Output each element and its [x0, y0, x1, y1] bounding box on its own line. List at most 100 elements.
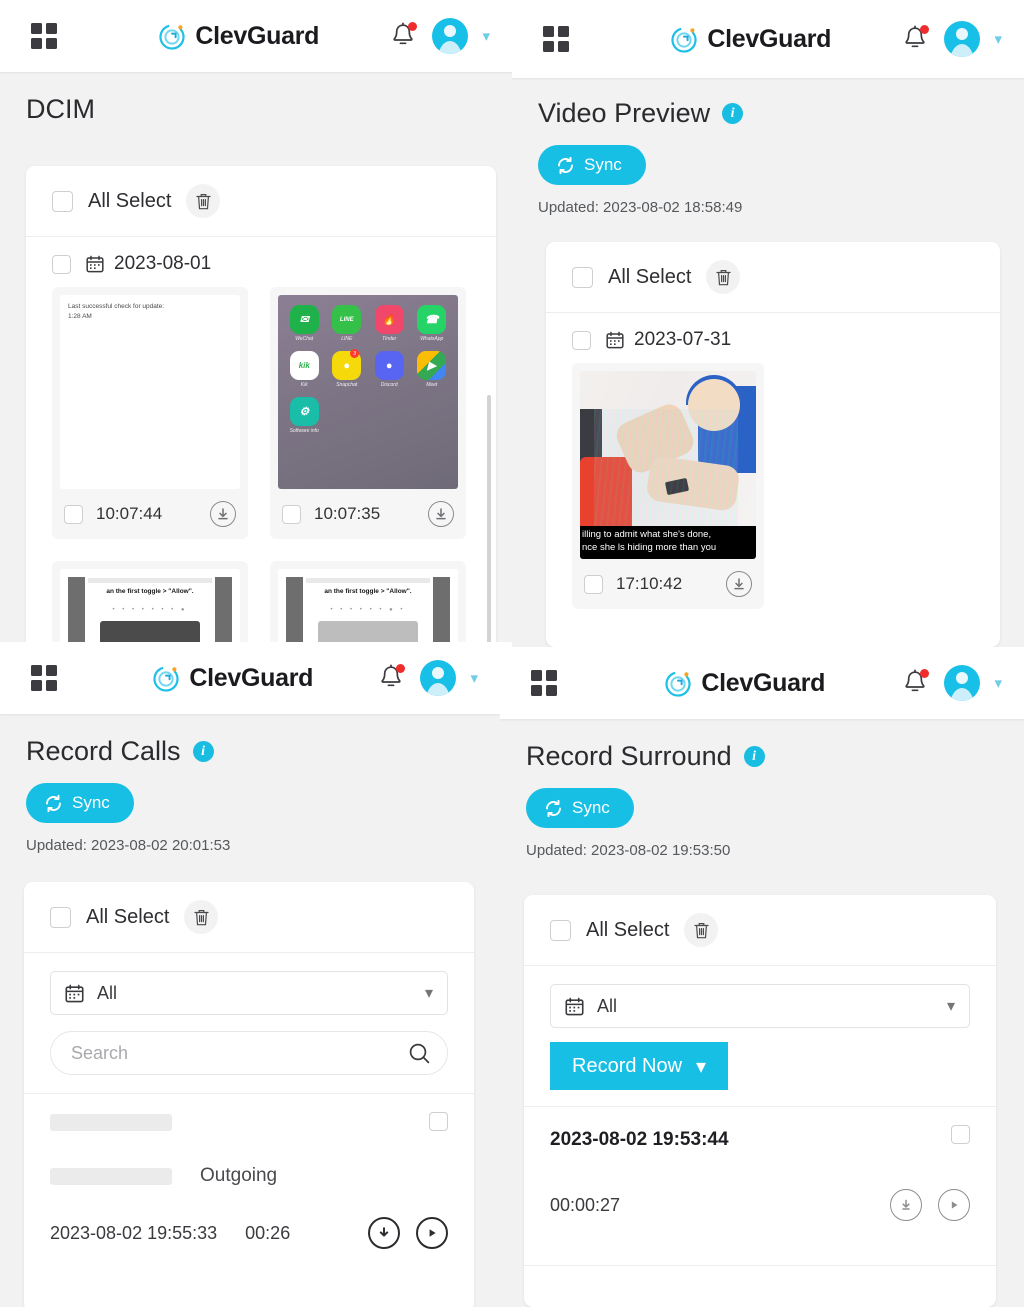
app-badge: 3 [350, 349, 359, 358]
chevron-down-icon[interactable]: ▾ [994, 32, 1002, 47]
grid-menu-icon[interactable] [31, 665, 57, 691]
chevron-down-icon[interactable]: ▾ [696, 1054, 706, 1079]
panel-record-calls: ClevGuard ▾ Record Calls i Sync Updated:… [0, 642, 500, 1307]
thumbnail-item[interactable]: ✉ WeChat LINE LINE 🔥 Tinder ☎ WhatsApp kik Ki… [270, 287, 466, 539]
download-icon[interactable] [368, 1217, 400, 1249]
calendar-icon [86, 255, 104, 273]
user-avatar-icon[interactable] [432, 18, 469, 54]
brand-logo: ClevGuard [159, 22, 319, 51]
app-icon: ● Discord [369, 351, 410, 388]
thumbnail-image[interactable]: illing to admit what she's done, nce she… [580, 371, 756, 559]
grid-menu-button[interactable] [512, 26, 600, 52]
all-select-checkbox[interactable] [550, 919, 571, 941]
app-label: Discord [380, 382, 398, 388]
thumbnail-item[interactable]: an the first toggle > "Allow". • • • • •… [52, 561, 248, 642]
thumbnail-item[interactable]: an the first toggle > "Allow". • • • • •… [270, 561, 466, 642]
notification-bell-icon[interactable] [902, 24, 930, 54]
all-select-checkbox[interactable] [50, 906, 71, 928]
date-filter-select[interactable]: All ▾ [50, 971, 448, 1015]
notification-bell-icon[interactable] [902, 668, 930, 698]
thumbnail-checkbox[interactable] [282, 504, 301, 524]
video-thumbnail-row: illing to admit what she's done, nce she… [546, 357, 1000, 609]
user-avatar-icon[interactable] [420, 660, 457, 696]
all-select-checkbox[interactable] [572, 266, 593, 288]
info-icon[interactable]: i [722, 103, 744, 124]
app-label: WhatsApp [420, 336, 444, 342]
chevron-down-icon[interactable]: ▾ [470, 671, 478, 686]
chevron-down-icon[interactable]: ▾ [425, 983, 433, 1003]
date-filter-select[interactable]: All ▾ [550, 984, 970, 1028]
sync-button[interactable]: Sync [26, 783, 134, 823]
thumbnail-item[interactable]: illing to admit what she's done, nce she… [572, 363, 764, 609]
thumb-doc-dots: • • • • • • ● • [330, 607, 406, 613]
thumbnail-item[interactable]: Last successful check for update: 1:28 A… [52, 287, 248, 539]
date-group-label: 2023-07-31 [634, 329, 732, 350]
record-now-button[interactable]: Record Now ▾ [550, 1042, 729, 1090]
info-icon[interactable]: i [743, 746, 765, 767]
trash-icon[interactable] [184, 900, 219, 934]
thumbnail-time: 17:10:42 [616, 574, 683, 593]
thumb-doc-dots: • • • • • • • ● [112, 607, 188, 613]
sync-label: Sync [72, 793, 110, 812]
thumbnail-image[interactable]: an the first toggle > "Allow". • • • • •… [278, 569, 458, 642]
grid-menu-button[interactable] [500, 670, 588, 696]
row-checkbox[interactable] [429, 1112, 448, 1131]
surround-list-item[interactable]: 2023-08-02 19:53:44 00:00:27 [524, 1107, 996, 1247]
play-icon[interactable] [938, 1189, 970, 1221]
thumbnail-checkbox[interactable] [584, 574, 603, 594]
grid-menu-button[interactable] [0, 23, 88, 49]
notification-bell-icon[interactable] [390, 21, 418, 51]
chevron-down-icon[interactable]: ▾ [994, 676, 1002, 691]
brand-name: ClevGuard [189, 663, 314, 692]
download-icon[interactable] [726, 571, 752, 597]
thumbnail-checkbox[interactable] [64, 504, 83, 524]
row-checkbox[interactable] [951, 1125, 970, 1144]
grid-menu-icon[interactable] [31, 23, 57, 49]
thumbnail-image[interactable]: ✉ WeChat LINE LINE 🔥 Tinder ☎ WhatsApp kik Ki… [278, 295, 458, 489]
surround-select-header: All Select [524, 895, 996, 966]
panel-video-preview: ClevGuard ▾ Video Preview i Sync Updated… [512, 0, 1024, 647]
chevron-down-icon[interactable]: ▾ [482, 29, 490, 44]
video-select-header: All Select [546, 242, 1000, 313]
download-icon[interactable] [890, 1189, 922, 1221]
download-icon[interactable] [428, 501, 454, 527]
thumbnail-image[interactable]: an the first toggle > "Allow". • • • • •… [60, 569, 240, 642]
video-preview-card: All Select 2023-07-31 illing to admit wh… [546, 242, 1000, 647]
screenshot-collage: ClevGuard ▾ DCIM All Select 2023-08-01 L… [0, 0, 1024, 1307]
calendar-icon [606, 331, 624, 349]
user-avatar-icon[interactable] [944, 21, 981, 57]
dcim-scrollbar[interactable] [487, 395, 491, 642]
page-title: DCIM [26, 94, 95, 124]
thumbnail-image[interactable]: Last successful check for update: 1:28 A… [60, 295, 240, 489]
search-input[interactable] [71, 1042, 408, 1064]
user-avatar-icon[interactable] [944, 665, 981, 701]
calendar-icon [565, 997, 584, 1016]
notification-bell-icon[interactable] [378, 663, 406, 693]
grid-menu-button[interactable] [0, 665, 88, 691]
search-box[interactable] [50, 1031, 448, 1075]
trash-icon[interactable] [684, 913, 719, 947]
search-icon[interactable] [408, 1042, 431, 1065]
grid-menu-icon[interactable] [543, 26, 569, 52]
info-icon[interactable]: i [192, 741, 214, 762]
all-select-checkbox[interactable] [52, 190, 73, 212]
chevron-down-icon[interactable]: ▾ [947, 996, 955, 1016]
play-icon[interactable] [416, 1217, 448, 1249]
app-icon: ● 3 Snapchat [327, 349, 368, 388]
brand-logo: ClevGuard [671, 25, 831, 54]
sync-button[interactable]: Sync [526, 788, 634, 828]
dcim-select-header: All Select [26, 166, 496, 237]
sync-button[interactable]: Sync [538, 145, 646, 185]
date-group-checkbox[interactable] [52, 254, 71, 274]
call-list-item[interactable]: Outgoing 2023-08-02 19:55:33 00:26 [24, 1094, 474, 1273]
grid-menu-icon[interactable] [531, 670, 557, 696]
sync-icon [44, 794, 63, 813]
date-group-checkbox[interactable] [572, 330, 591, 350]
all-select-label: All Select [86, 905, 170, 928]
video-date-group: 2023-07-31 [546, 313, 1000, 357]
trash-icon[interactable] [186, 184, 221, 218]
download-icon[interactable] [210, 501, 236, 527]
app-label: LINE [341, 336, 353, 342]
trash-icon[interactable] [706, 260, 741, 294]
record-surround-card: All Select All ▾ Record Now ▾ 2023-08-02… [524, 895, 996, 1307]
